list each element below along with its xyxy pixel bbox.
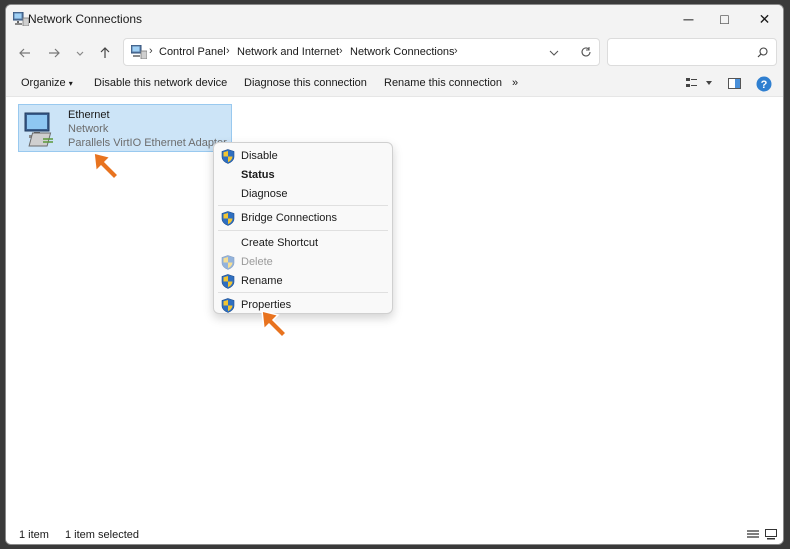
svg-text:?: ? [761,79,768,91]
command-bar: Organize ▾ Disable this network device D… [6,71,783,97]
arrow-left-icon [19,48,30,58]
menu-item-diagnose[interactable]: Diagnose [215,186,391,204]
menu-item-label: Diagnose [241,188,288,200]
network-adapter-icon [24,112,53,147]
arrow-up-icon [100,47,110,58]
diagnose-connection-button[interactable]: Diagnose this connection [244,77,367,89]
chevron-down-icon[interactable] [549,48,559,58]
refresh-icon[interactable] [580,46,592,58]
selected-count: 1 item selected [65,529,139,541]
context-menu: Disable Status Diagnose Bridge Connections C… [213,142,393,314]
breadcrumb-network-connections[interactable]: Network Connections [350,46,455,58]
menu-separator [218,205,388,206]
up-button[interactable] [94,43,116,63]
ethernet-connection-item[interactable]: Ethernet Network Parallels VirtIO Ethern… [18,104,232,152]
menu-separator [218,230,388,231]
organize-label: Organize [21,77,66,89]
preview-pane-icon[interactable] [728,78,741,89]
view-details-icon [686,78,697,87]
back-button[interactable] [14,43,36,63]
recent-locations-button[interactable] [69,43,91,63]
close-icon: ✕ [758,10,771,27]
menu-item-delete: Delete [215,254,391,272]
network-connections-window: PC risk.com Network Connections ─ □ ✕ [5,4,784,545]
content-area: Ethernet Network Parallels VirtIO Ethern… [6,97,783,524]
item-count: 1 item [19,529,49,541]
close-button[interactable]: ✕ [742,5,783,33]
organize-button[interactable]: Organize ▾ [21,77,73,89]
menu-item-label: Delete [241,256,273,268]
menu-item-label: Rename [241,275,283,287]
uac-shield-icon [221,149,235,164]
details-view-icon[interactable] [747,530,759,540]
breadcrumb-separator[interactable]: › [339,45,343,57]
window-title: Network Connections [28,12,143,26]
network-connections-icon [13,12,29,26]
maximize-button[interactable]: □ [702,5,747,33]
title-bar: Network Connections ─ □ ✕ [6,5,783,33]
menu-item-properties[interactable]: Properties [215,297,391,315]
uac-shield-icon [221,211,235,226]
menu-item-disable[interactable]: Disable [215,148,391,166]
breadcrumb-control-panel[interactable]: Control Panel [159,46,226,58]
maximize-icon: □ [720,11,729,27]
status-bar: 1 item 1 item selected [6,524,783,544]
minimize-icon: ─ [683,11,694,27]
caret-down-icon: ▾ [68,79,73,88]
menu-item-label: Status [241,169,275,181]
menu-separator [218,292,388,293]
menu-item-bridge-connections[interactable]: Bridge Connections [215,210,391,228]
breadcrumb-separator[interactable]: › [149,45,153,57]
more-commands-button[interactable]: » [512,77,518,89]
menu-item-label: Disable [241,150,278,162]
breadcrumb-network-and-internet[interactable]: Network and Internet [237,46,339,58]
pointer-arrow-icon [93,152,120,181]
uac-shield-icon [221,255,235,270]
menu-item-create-shortcut[interactable]: Create Shortcut [215,235,391,253]
menu-item-label: Bridge Connections [241,212,338,224]
uac-shield-icon [221,298,235,313]
rename-connection-button[interactable]: Rename this connection [384,77,502,89]
menu-item-label: Create Shortcut [241,237,319,249]
breadcrumb-separator[interactable]: › [226,45,230,57]
breadcrumb-separator[interactable]: › [454,45,458,57]
connection-name: Ethernet [68,109,110,121]
control-panel-icon [131,45,147,59]
address-row: › Control Panel › Network and Internet ›… [6,33,783,71]
forward-button[interactable] [43,43,65,63]
connection-network: Network [68,123,109,135]
search-input[interactable] [607,38,777,66]
arrow-right-icon [49,48,60,58]
menu-item-rename[interactable]: Rename [215,273,391,291]
pointer-arrow-icon [261,310,288,339]
chevron-down-icon [76,51,84,56]
change-view-button[interactable] [686,77,714,91]
caret-down-icon [706,81,712,85]
uac-shield-icon [221,274,235,289]
disable-device-button[interactable]: Disable this network device [94,77,227,89]
address-bar[interactable]: › Control Panel › Network and Internet ›… [123,38,600,66]
large-icons-view-icon[interactable] [765,529,777,540]
menu-item-status[interactable]: Status [215,167,391,185]
search-icon [757,47,768,58]
help-icon[interactable]: ? [756,76,772,92]
connection-adapter: Parallels VirtIO Ethernet Adapter [68,137,227,149]
